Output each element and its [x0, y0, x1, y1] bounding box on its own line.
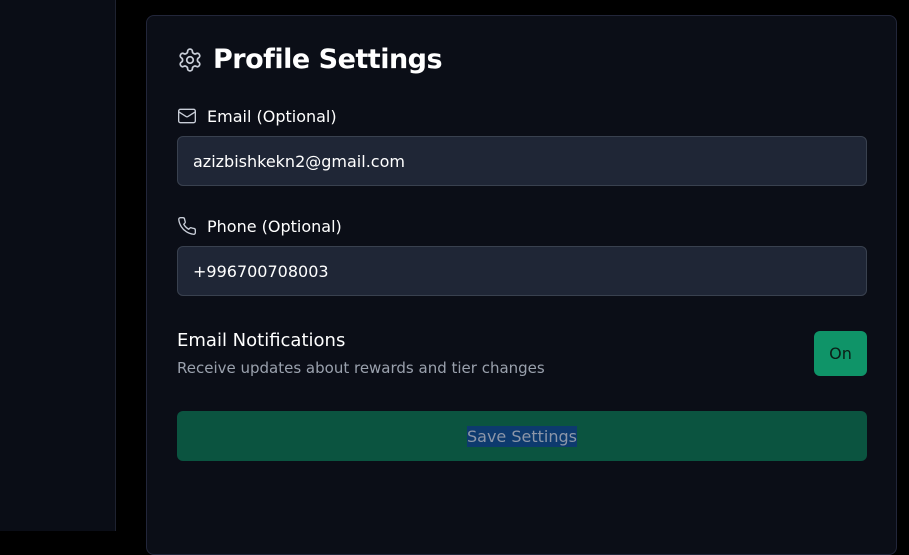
phone-label: Phone (Optional): [177, 216, 342, 236]
profile-settings-card: Profile Settings Email (Optional) Phone …: [146, 15, 897, 555]
email-notifications-toggle[interactable]: On: [814, 331, 867, 376]
email-notifications-description: Receive updates about rewards and tier c…: [177, 359, 545, 377]
email-field[interactable]: [177, 136, 867, 186]
phone-field[interactable]: [177, 246, 867, 296]
page-title: Profile Settings: [213, 44, 443, 75]
phone-icon: [177, 216, 197, 236]
save-settings-label: Save Settings: [467, 425, 577, 447]
email-label-text: Email (Optional): [207, 106, 337, 126]
email-notifications-title: Email Notifications: [177, 330, 346, 351]
card-header: Profile Settings: [177, 44, 443, 75]
left-sidebar: [0, 0, 116, 531]
mail-icon: [177, 106, 197, 126]
email-label: Email (Optional): [177, 106, 337, 126]
save-settings-button[interactable]: Save Settings: [177, 411, 867, 461]
gear-icon: [177, 47, 203, 73]
phone-label-text: Phone (Optional): [207, 216, 342, 236]
